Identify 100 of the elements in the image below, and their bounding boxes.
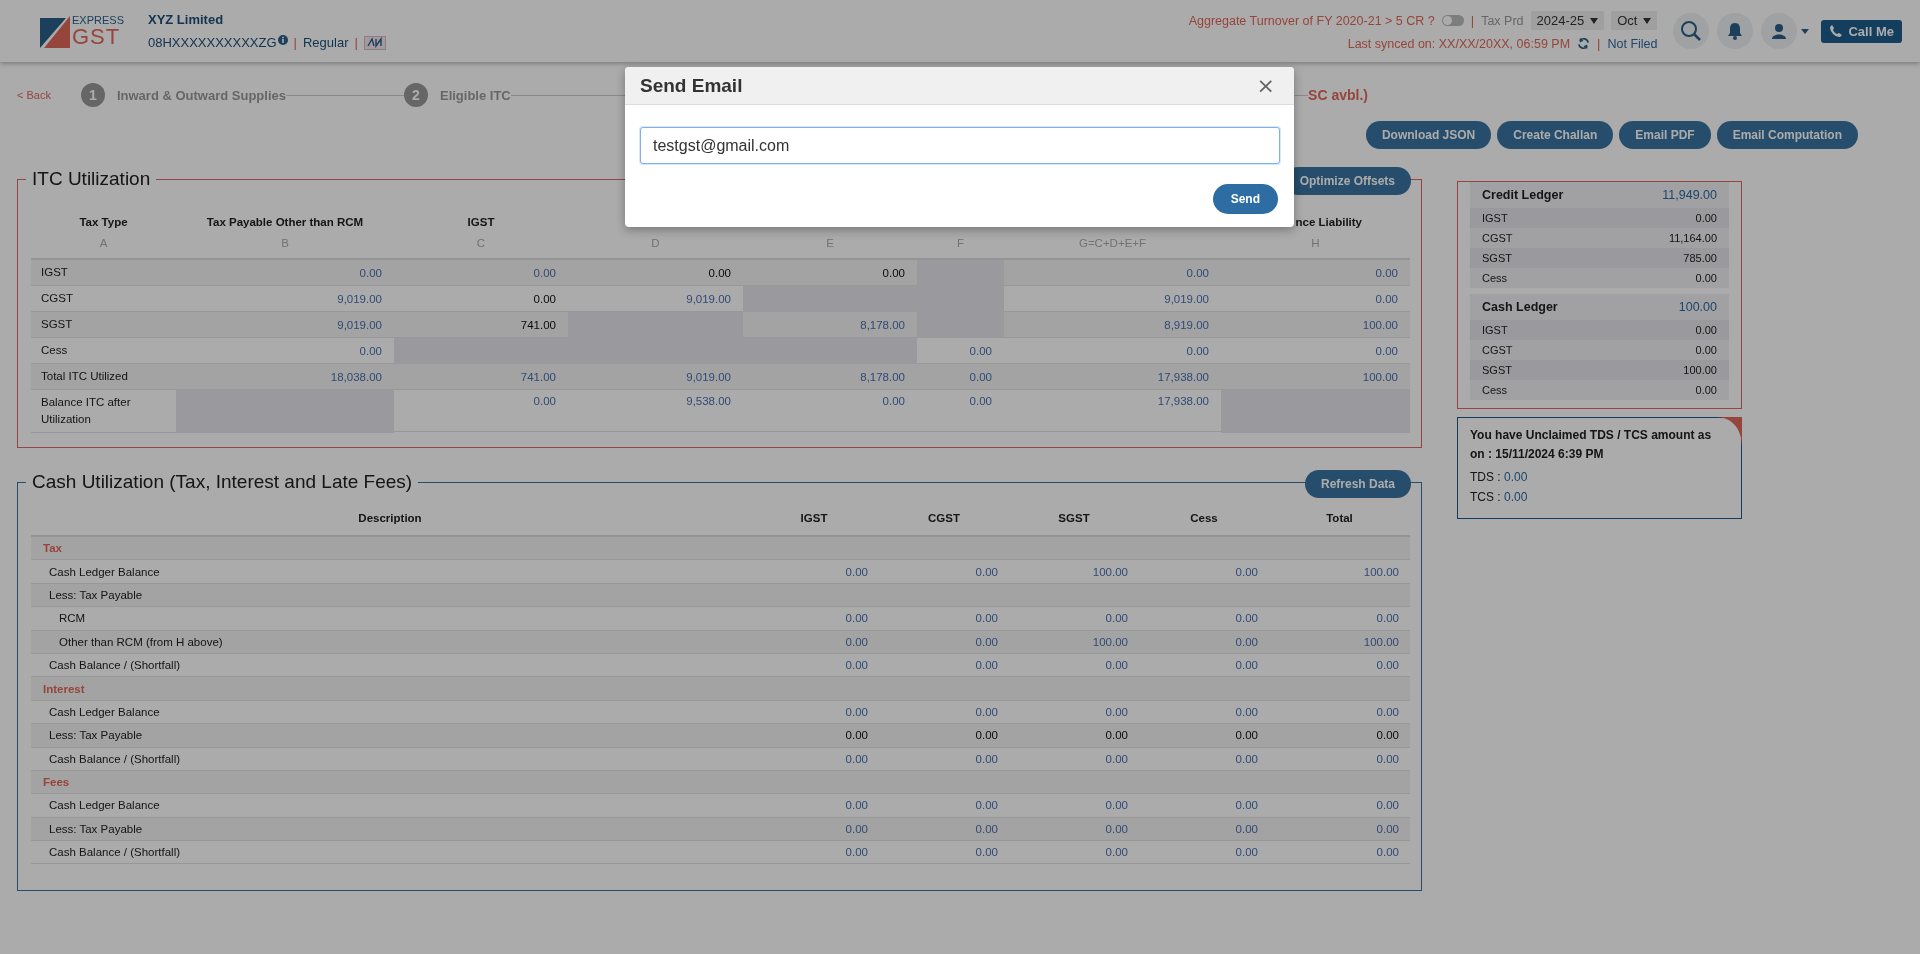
ledger-label: SGST [1482,252,1512,264]
amount-cell: 0.00 [879,560,1009,584]
send-button[interactable]: Send [1212,184,1278,214]
amount-cell: 0.00 [749,747,879,771]
refresh-icon[interactable] [1577,37,1591,50]
section-label: Fees [31,770,1410,795]
amount-cell: 0.00 [1139,747,1269,771]
amount-cell: 0.00 [917,364,1004,390]
row-label: Other than RCM (from H above) [31,630,749,654]
portal-logo-icon[interactable] [363,35,386,50]
amount-cell: 0.00 [1009,817,1139,842]
action-button[interactable]: Email Computation [1716,121,1858,149]
section-label: Interest [31,677,1410,701]
ledger-title: Cash Ledger [1482,300,1558,314]
amount-cell: 0.00 [176,260,394,286]
step-number: 1 [80,83,105,107]
amount-cell: 0.00 [749,841,879,865]
tax-period-label: Tax Prd [1481,13,1524,28]
dropdown-caret-icon [1590,17,1599,24]
amount-cell: 0.00 [1139,724,1269,748]
ledger-amount: 0.00 [1695,344,1717,356]
bell-icon[interactable] [1717,13,1754,49]
amount-cell: 741.00 [394,364,568,390]
row-label: Cash Ledger Balance [31,560,749,584]
action-button[interactable]: Download JSON [1365,121,1492,149]
amount-cell: 0.00 [743,390,917,432]
ledger-amount: 0.00 [1695,212,1717,224]
filing-status: Not Filed [1607,36,1658,51]
caret-icon[interactable] [1801,28,1810,34]
amount-cell: 100.00 [1009,630,1139,654]
amount-cell: 0.00 [749,560,879,584]
last-synced-text: Last synced on: XX/XX/20XX, 06:59 PM [1347,36,1571,51]
amount-cell: 0.00 [394,390,568,432]
tds-message: You have Unclaimed TDS / TCS amount as on : 15/11/2024 6:39 PM [1470,427,1713,464]
amount-cell: 0.00 [1139,560,1269,584]
turnover-question: Aggregate Turnover of FY 2020-21 > 5 CR ? [1188,13,1435,28]
amount-cell: 0.00 [1004,260,1221,286]
phone-icon [1829,24,1844,38]
search-icon[interactable] [1673,13,1710,49]
turnover-toggle[interactable] [1441,15,1464,26]
amount-cell: 0.00 [1221,260,1410,286]
email-input-field[interactable]: testgst@gmail.com [640,127,1280,164]
action-button[interactable]: Create Challan [1497,121,1614,149]
amount-cell: 100.00 [1269,630,1410,654]
amount-cell: 0.00 [1269,817,1410,842]
ledger-label: Cess [1482,272,1508,284]
logo-text: GST [72,25,121,48]
amount-cell: 0.00 [1139,817,1269,842]
ledger-amount: 100.00 [1683,364,1717,376]
amount-cell: 0.00 [1139,630,1269,654]
amount-cell: 0.00 [879,630,1009,654]
back-link[interactable]: < Back [17,89,51,101]
year-select[interactable]: 2024-25 [1530,11,1605,30]
registration-type: Regular [303,35,349,50]
ledger-label: IGST [1482,212,1508,224]
separator-text: | [293,35,297,50]
amount-cell: 100.00 [1221,364,1410,390]
amount-cell: 9,019.00 [176,312,394,338]
dialog-title: Send Email [640,74,743,97]
step-label[interactable]: Eligible ITC [439,87,511,103]
close-button[interactable]: × [1252,73,1279,98]
action-button[interactable]: Email PDF [1619,121,1711,149]
ledger-title: Credit Ledger [1482,188,1564,202]
info-icon[interactable] [277,34,288,45]
amount-cell: 0.00 [749,607,879,631]
tds-amount[interactable]: 0.00 [1504,490,1528,505]
ledger-total: 11,949.00 [1662,188,1717,202]
row-label: Less: Tax Payable [31,724,749,748]
amount-cell: 0.00 [1009,724,1139,748]
amount-cell: 8,919.00 [1004,312,1221,338]
row-label: Total ITC Utilized [31,364,176,390]
call-me-button[interactable]: Call Me [1821,19,1902,43]
amount-cell: 18,038.00 [176,364,394,390]
refresh-data-button[interactable]: Refresh Data [1304,470,1411,498]
amount-cell: 9,019.00 [568,364,743,390]
ledger-label: CGST [1482,232,1513,244]
amount-cell: 0.00 [1009,794,1139,818]
amount-cell: 0.00 [749,817,879,842]
step-label[interactable]: Inward & Outward Supplies [116,87,286,103]
user-icon[interactable] [1761,13,1798,49]
tds-amount[interactable]: 0.00 [1504,470,1528,485]
row-label: Cash Ledger Balance [31,794,749,818]
row-label: Less: Tax Payable [31,583,1410,608]
row-label: SGST [31,312,176,338]
row-label: IGST [31,260,176,286]
amount-cell: 0.00 [879,794,1009,818]
ledger-amount: 0.00 [1695,272,1717,284]
amount-cell: 0.00 [1009,841,1139,865]
row-label: Less: Tax Payable [31,817,749,842]
ledger-label: Cess [1482,384,1508,396]
column-heading: Tax Payable Other than RCM [206,216,364,228]
ledger-amount: 11,164.00 [1668,232,1717,244]
amount-cell: 8,178.00 [743,312,917,338]
tds-label: TDS : [1470,470,1501,485]
amount-cell: 17,938.00 [1004,364,1221,390]
month-select[interactable]: Oct [1611,11,1658,30]
ledger-amount: 0.00 [1695,324,1717,336]
column-heading: Tax Type [79,216,128,228]
amount-cell: 100.00 [1269,560,1410,584]
step-note: SC avbl.) [1308,87,1368,103]
